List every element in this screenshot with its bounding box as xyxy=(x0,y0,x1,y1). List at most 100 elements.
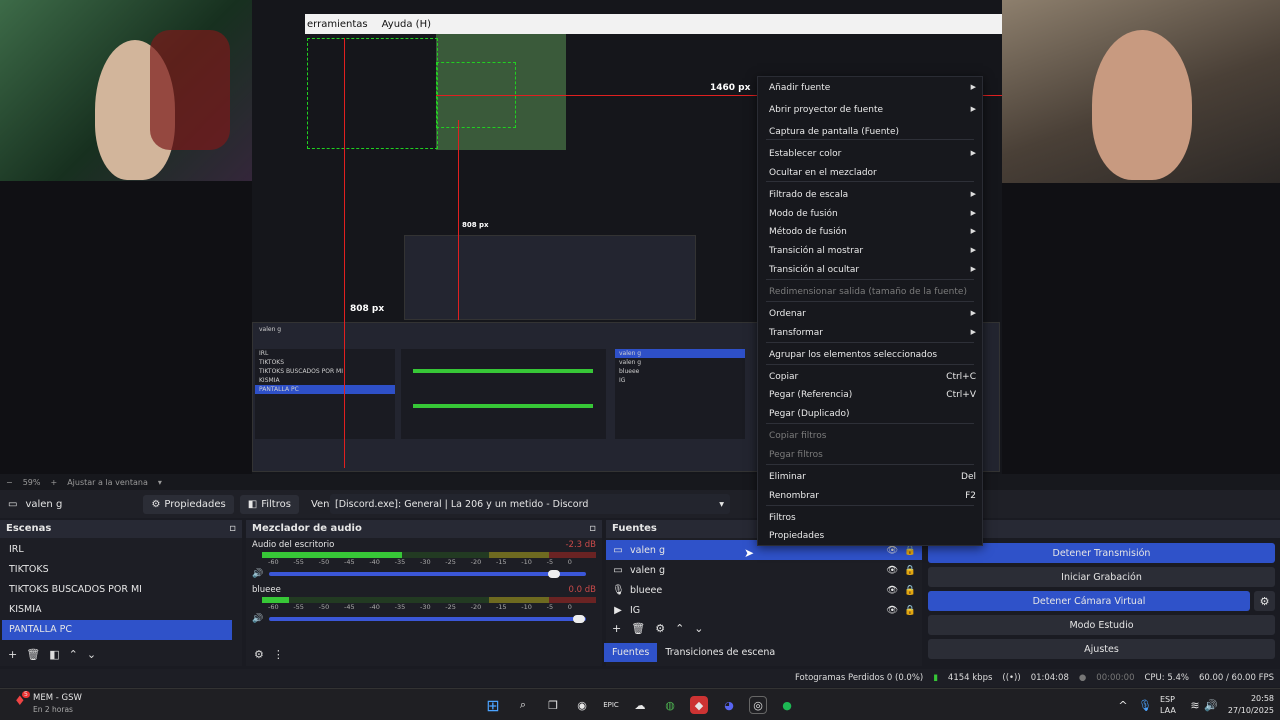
stop-stream-button[interactable]: Detener Transmisión xyxy=(928,543,1275,563)
settings-button[interactable]: Ajustes xyxy=(928,639,1275,659)
task-view-icon[interactable]: ❐ xyxy=(544,696,562,714)
context-menu-item[interactable]: Renombrar F2 xyxy=(769,491,976,501)
channel-name: Audio del escritorio xyxy=(252,540,335,550)
context-menu-item[interactable]: Eliminar Del xyxy=(769,472,976,482)
scene-item-selected[interactable]: PANTALLA PC xyxy=(2,620,232,640)
eye-icon[interactable]: 👁 xyxy=(886,545,898,556)
slider-knob[interactable] xyxy=(573,615,586,623)
properties-button[interactable]: ⚙ Propiedades xyxy=(143,494,234,514)
lock-icon[interactable]: 🔒 xyxy=(904,605,916,616)
advanced-audio-icon[interactable]: ⚙ xyxy=(254,648,264,661)
scene-item[interactable]: KISMIA xyxy=(2,600,240,620)
dropped-frames: Fotogramas Perdidos 0 (0.0%) xyxy=(794,673,924,683)
context-menu-item[interactable]: Filtrado de escala ▶ xyxy=(769,190,976,200)
menu-shortcut: Del xyxy=(961,472,976,482)
context-menu-item[interactable]: Ocultar en el mezclador xyxy=(769,168,976,178)
menu-separator xyxy=(766,364,974,365)
scene-item[interactable]: TIKTOKS BUSCADOS POR MI xyxy=(2,580,240,600)
context-menu-item[interactable]: Método de fusión ▶ xyxy=(769,227,976,237)
start-record-button[interactable]: Iniciar Grabación xyxy=(928,567,1275,587)
volume-slider[interactable] xyxy=(269,615,586,623)
context-menu-item[interactable]: Propiedades xyxy=(769,531,976,541)
widget-title[interactable]: MEM - GSW xyxy=(33,693,82,703)
context-menu-item[interactable]: Transición al ocultar ▶ xyxy=(769,265,976,275)
context-menu-item[interactable]: Añadir fuente ▶ xyxy=(769,83,976,93)
context-menu-item[interactable]: Captura de pantalla (Fuente) xyxy=(769,127,976,137)
zoom-level[interactable]: 59% xyxy=(23,478,41,487)
context-menu-item[interactable]: Ordenar ▶ xyxy=(769,309,976,319)
app-red-icon[interactable]: ◆ xyxy=(690,696,708,714)
move-down-icon[interactable]: ⌄ xyxy=(87,648,96,661)
studio-mode-button[interactable]: Modo Estudio xyxy=(928,615,1275,635)
start-icon[interactable]: ⊞ xyxy=(484,696,502,715)
trash-icon[interactable]: 🗑 xyxy=(26,648,40,661)
source-item[interactable]: ▭ valen g 👁 🔒 xyxy=(606,560,922,580)
trash-icon[interactable]: 🗑 xyxy=(631,622,645,635)
chevron-up-icon[interactable]: ^ xyxy=(1114,696,1132,714)
context-menu-item[interactable]: Copiar Ctrl+C xyxy=(769,372,976,382)
steam-icon[interactable]: ☁ xyxy=(631,696,649,714)
gear-icon[interactable]: ⚙ xyxy=(655,622,665,635)
undock-icon[interactable]: ▫ xyxy=(229,523,236,535)
virtual-cam-settings-button[interactable]: ⚙ xyxy=(1254,591,1275,611)
eye-icon[interactable]: 👁 xyxy=(886,565,898,576)
discord-icon[interactable]: ◕ xyxy=(720,696,738,714)
source-item[interactable]: ▶ IG 👁 🔒 xyxy=(606,600,922,620)
context-menu-item[interactable]: Abrir proyector de fuente ▶ xyxy=(769,105,976,115)
search-icon[interactable]: ⌕ xyxy=(514,696,532,714)
filter-icon[interactable]: ◧ xyxy=(49,648,59,661)
mic-icon[interactable]: 🎙 xyxy=(1136,696,1154,714)
undock-icon[interactable]: ▫ xyxy=(589,523,596,535)
menu-item-label: Captura de pantalla (Fuente) xyxy=(769,127,900,137)
clock-time[interactable]: 20:58 xyxy=(1238,694,1274,703)
context-menu-item[interactable]: Pegar (Duplicado) xyxy=(769,409,976,419)
context-menu-item[interactable]: Filtros xyxy=(769,513,976,523)
chevron-down-icon[interactable]: ▾ xyxy=(158,478,162,487)
more-options-icon[interactable]: ⋮ xyxy=(273,648,284,661)
window-select[interactable]: [Discord.exe]: General | La 206 y un met… xyxy=(330,494,730,514)
stop-virtual-cam-button[interactable]: Detener Cámara Virtual xyxy=(928,591,1250,611)
tab-sources[interactable]: Fuentes xyxy=(604,643,658,662)
context-menu-item[interactable]: Transformar ▶ xyxy=(769,328,976,338)
context-menu-item[interactable]: Modo de fusión ▶ xyxy=(769,209,976,219)
move-up-icon[interactable]: ⌃ xyxy=(69,648,78,661)
add-icon[interactable]: + xyxy=(612,622,621,635)
language-code[interactable]: ESP xyxy=(1160,695,1175,704)
context-menu-item[interactable]: Transición al mostrar ▶ xyxy=(769,246,976,256)
source-item[interactable]: 🎙 blueee 👁 🔒 xyxy=(606,580,922,600)
lock-icon[interactable]: 🔒 xyxy=(904,585,916,596)
context-menu: Añadir fuente ▶ Abrir proyector de fuente ▶… xyxy=(757,76,983,546)
app-icon[interactable]: ◉ xyxy=(573,696,591,714)
eye-icon[interactable]: 👁 xyxy=(886,605,898,616)
volume-icon[interactable]: 🔊 xyxy=(1202,696,1220,714)
lock-icon[interactable]: 🔒 xyxy=(904,565,916,576)
move-down-icon[interactable]: ⌄ xyxy=(694,622,703,635)
menu-item-label: Filtrado de escala xyxy=(769,190,849,200)
filters-button[interactable]: ◧ Filtros xyxy=(239,494,299,514)
epic-games-icon[interactable]: EPIC xyxy=(602,696,620,714)
volume-icon[interactable]: 🔊 xyxy=(252,614,263,624)
context-menu-item[interactable]: Agrupar los elementos seleccionados xyxy=(769,350,976,360)
context-menu-item[interactable]: Establecer color ▶ xyxy=(769,149,976,159)
spotify-icon[interactable]: ● xyxy=(778,696,796,714)
volume-icon[interactable]: 🔊 xyxy=(252,569,263,579)
context-menu-item[interactable]: Pegar (Referencia) Ctrl+V xyxy=(769,390,976,400)
tab-transitions[interactable]: Transiciones de escena xyxy=(657,643,783,662)
preview-canvas[interactable]: valen g IRL TIKTOKS TIKTOKS BUSCADOS POR M… xyxy=(0,0,1280,474)
volume-slider[interactable] xyxy=(269,570,586,578)
lock-icon[interactable]: 🔒 xyxy=(904,545,916,556)
add-icon[interactable]: + xyxy=(8,648,17,661)
chrome-icon[interactable]: ◍ xyxy=(661,696,679,714)
slider-knob[interactable] xyxy=(547,570,560,578)
stream-icon: ((•)) xyxy=(1002,673,1021,683)
zoom-fit-select[interactable]: Ajustar a la ventana xyxy=(67,478,148,487)
scene-item[interactable]: IRL xyxy=(2,540,240,560)
window-icon: ▭ xyxy=(8,498,18,510)
move-up-icon[interactable]: ⌃ xyxy=(675,622,684,635)
zoom-out-button[interactable]: − xyxy=(6,478,13,487)
scene-item[interactable]: TIKTOKS xyxy=(2,560,240,580)
zoom-in-button[interactable]: + xyxy=(50,478,57,487)
fps: 60.00 / 60.00 FPS xyxy=(1198,673,1274,683)
eye-icon[interactable]: 👁 xyxy=(886,585,898,596)
obs-icon[interactable]: ◎ xyxy=(749,696,767,714)
